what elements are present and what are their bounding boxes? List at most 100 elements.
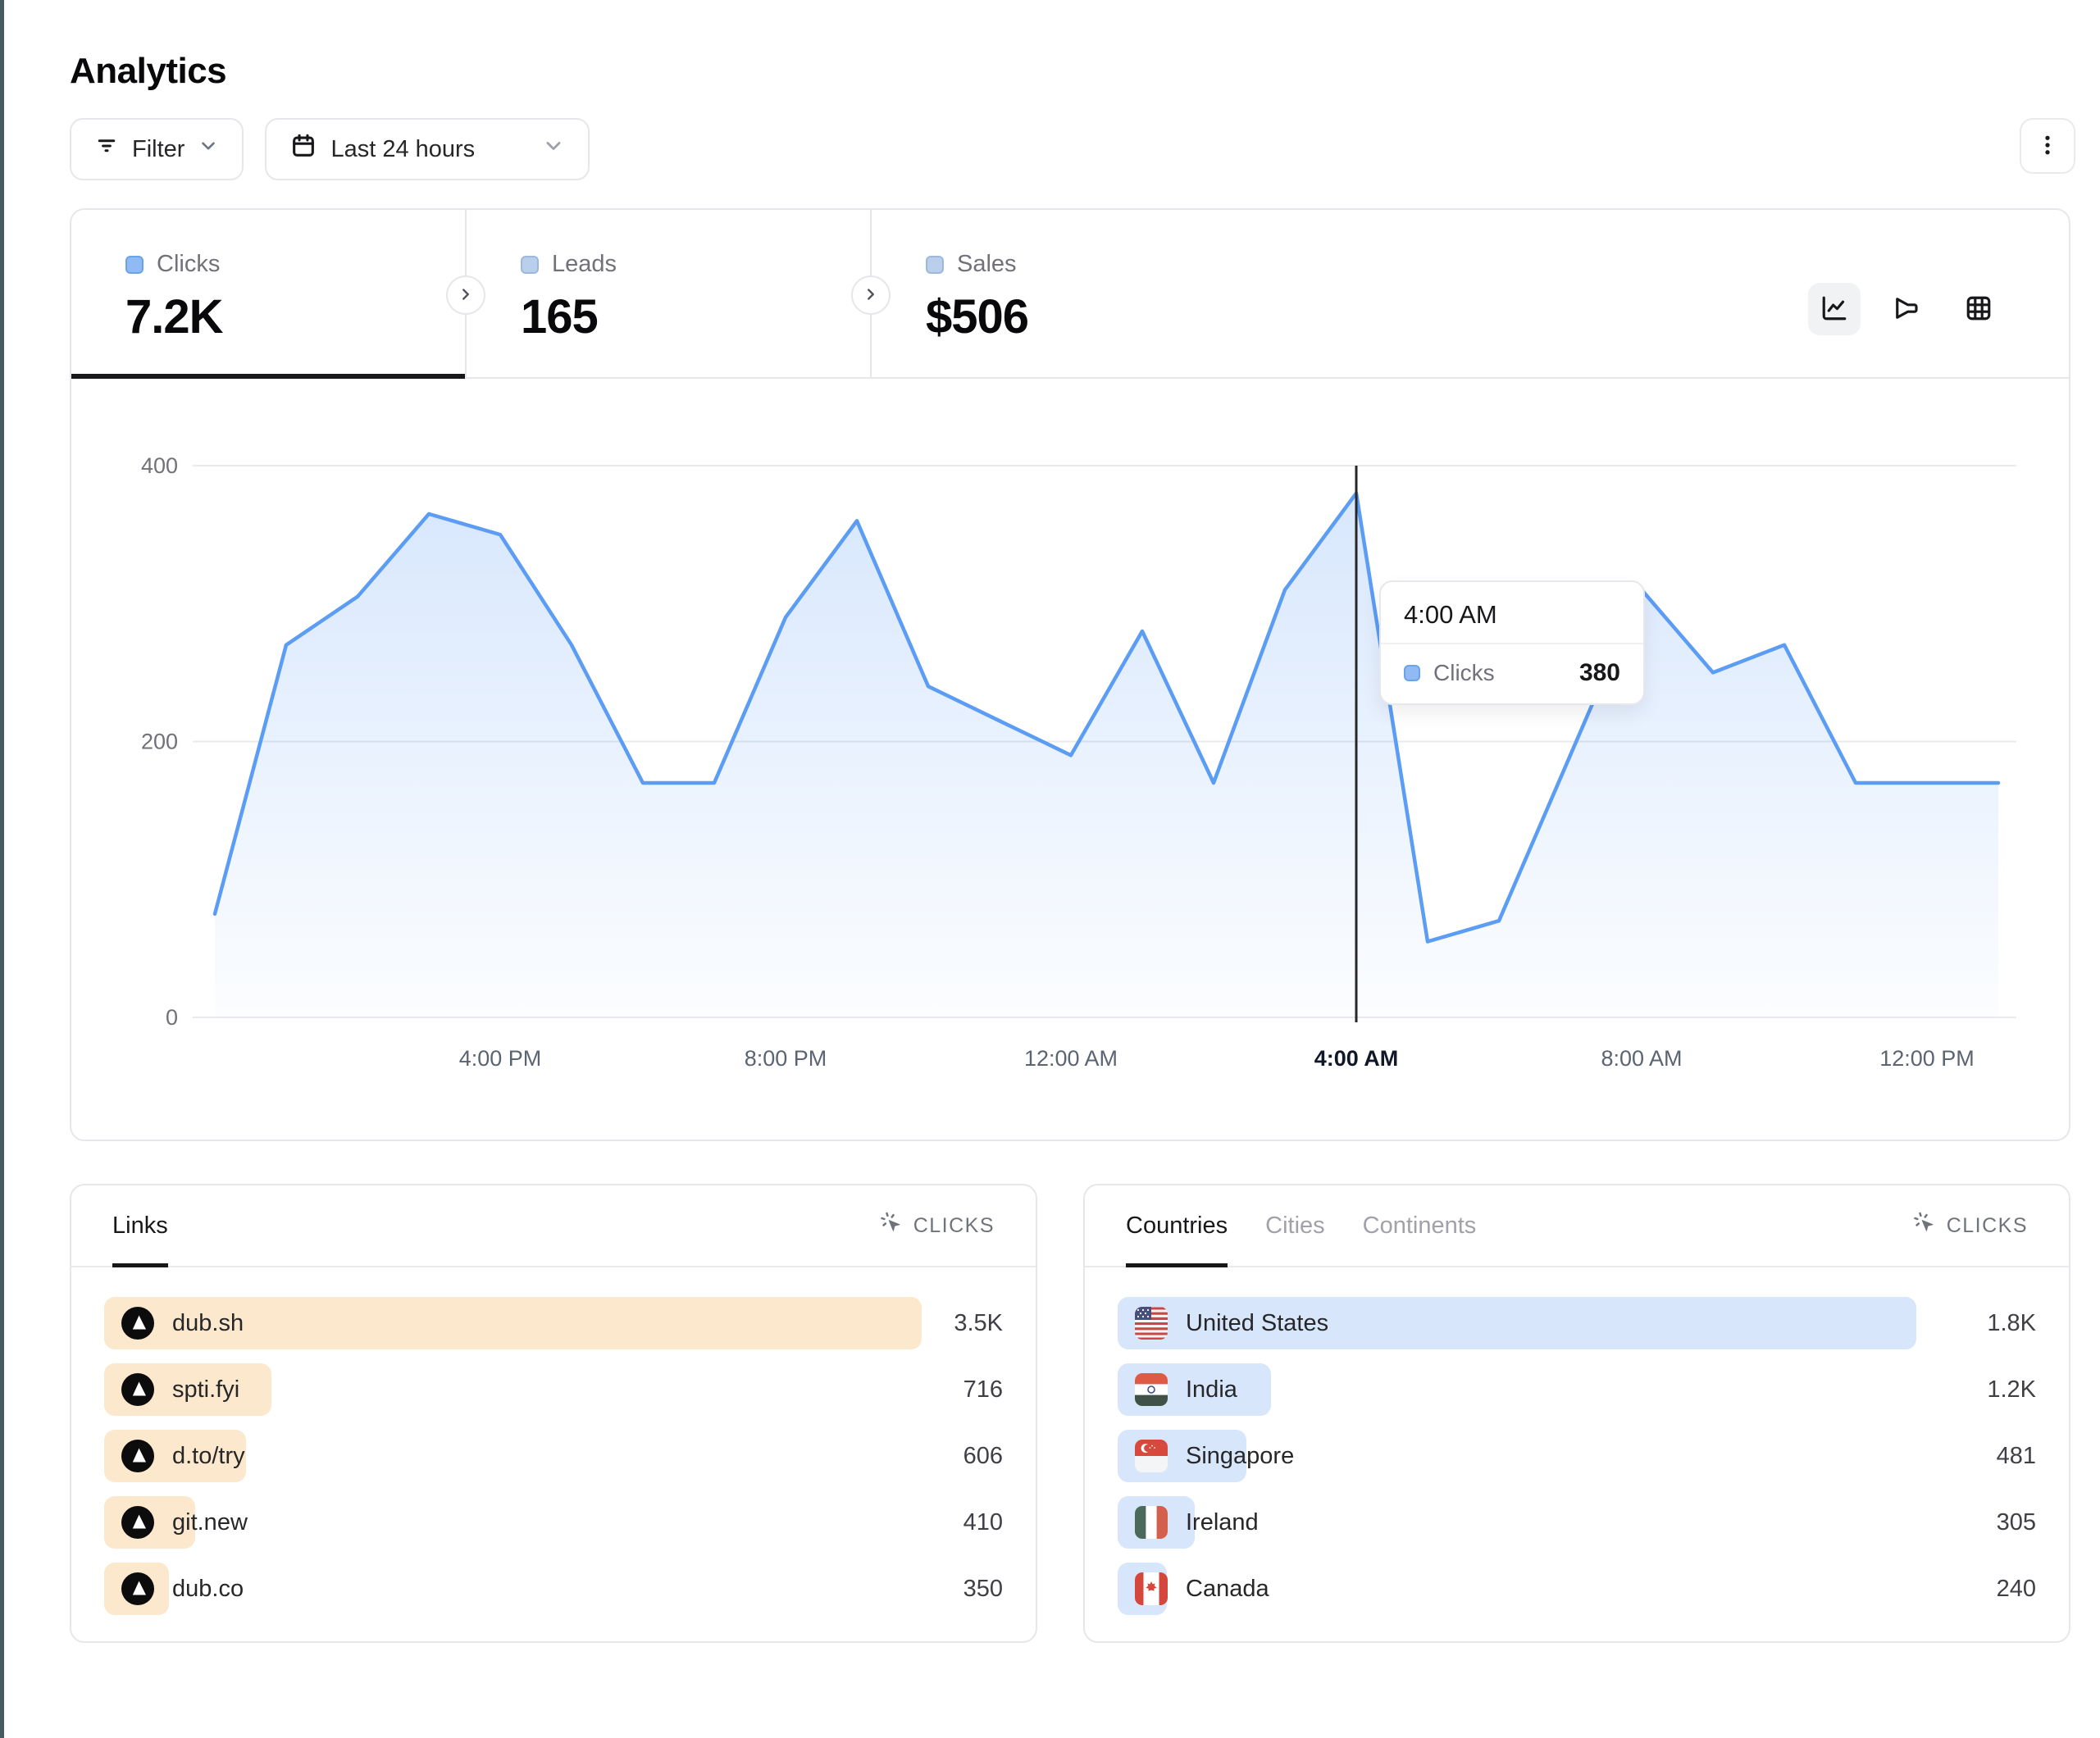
calendar-icon — [289, 132, 317, 166]
ireland-flag — [1135, 1506, 1168, 1539]
svg-text:0: 0 — [166, 1005, 178, 1030]
svg-text:12:00 PM: 12:00 PM — [1879, 1046, 1975, 1071]
funnel-view-button[interactable] — [1880, 283, 1933, 335]
countries-panel: Countries Cities Continents CLICKS Unite… — [1083, 1184, 2070, 1643]
countries-panel-header: Countries Cities Continents CLICKS — [1085, 1185, 2069, 1267]
canada-flag — [1135, 1572, 1168, 1605]
chevron-down-icon — [542, 134, 565, 164]
page-title: Analytics — [70, 51, 2070, 92]
links-metric-selector[interactable]: CLICKS — [879, 1211, 995, 1241]
svg-text:8:00 PM: 8:00 PM — [745, 1046, 827, 1071]
sales-legend-swatch — [926, 256, 944, 274]
table-view-button[interactable] — [1952, 283, 2005, 335]
list-item[interactable]: Canada 240 — [1118, 1563, 2036, 1615]
list-item[interactable]: India 1.2K — [1118, 1363, 2036, 1416]
item-value: 481 — [1997, 1443, 2036, 1470]
analytics-page: Analytics Filter Last 24 hours — [70, 0, 2070, 1643]
dub-logo — [121, 1572, 154, 1605]
item-value: 305 — [1997, 1509, 2036, 1536]
dub-logo — [121, 1307, 154, 1340]
chart-tooltip: 4:00 AM Clicks 380 — [1379, 580, 1645, 705]
stats-row: Clicks 7.2K Leads 165 — [71, 210, 2069, 379]
links-metric-label: CLICKS — [913, 1214, 995, 1238]
list-item[interactable]: spti.fyi 716 — [104, 1363, 1003, 1416]
svg-text:8:00 AM: 8:00 AM — [1601, 1046, 1682, 1071]
tab-leads[interactable]: Leads 165 — [467, 210, 870, 377]
item-label: dub.sh — [172, 1310, 244, 1337]
cursor-click-icon — [879, 1211, 904, 1241]
leads-tab-label: Leads — [552, 251, 617, 278]
svg-text:4:00 PM: 4:00 PM — [459, 1046, 542, 1071]
clicks-value: 7.2K — [125, 289, 465, 344]
list-item[interactable]: Ireland 305 — [1118, 1496, 2036, 1549]
more-menu-button[interactable] — [2020, 118, 2075, 174]
item-value: 716 — [963, 1376, 1003, 1404]
item-label: Ireland — [1186, 1509, 1259, 1536]
clicks-area-chart: 0 200 400 4:00 PM 8:00 PM 12:00 AM 4:00 AM 8:00… — [71, 379, 2069, 1140]
us-flag — [1135, 1307, 1168, 1340]
item-label: India — [1186, 1376, 1237, 1404]
window-edge — [0, 0, 4, 1738]
india-flag — [1135, 1373, 1168, 1406]
links-panel: Links CLICKS dub.sh 3.5K spti.fyi 716 — [70, 1184, 1037, 1643]
item-label: git.new — [172, 1509, 248, 1536]
tab-clicks[interactable]: Clicks 7.2K — [71, 210, 465, 377]
item-label: dub.co — [172, 1576, 244, 1603]
svg-text:12:00 AM: 12:00 AM — [1024, 1046, 1118, 1071]
list-item[interactable]: Singapore 481 — [1118, 1430, 2036, 1482]
countries-rows: United States 1.8K India 1.2K Singapore … — [1085, 1267, 2069, 1645]
item-value: 240 — [1997, 1576, 2036, 1603]
links-rows: dub.sh 3.5K spti.fyi 716 d.to/try 606 gi… — [71, 1267, 1036, 1645]
svg-text:4:00 AM: 4:00 AM — [1314, 1046, 1399, 1071]
sales-value: $506 — [926, 289, 1282, 344]
singapore-flag — [1135, 1440, 1168, 1472]
filter-button-label: Filter — [132, 136, 184, 163]
filter-button[interactable]: Filter — [70, 118, 244, 180]
countries-metric-selector[interactable]: CLICKS — [1912, 1211, 2028, 1241]
item-label: Canada — [1186, 1576, 1269, 1603]
clicks-chart[interactable]: 0 200 400 4:00 PM 8:00 PM 12:00 AM 4:00 AM 8:00… — [71, 379, 2069, 1140]
list-item[interactable]: git.new 410 — [104, 1496, 1003, 1549]
list-item[interactable]: d.to/try 606 — [104, 1430, 1003, 1482]
item-value: 606 — [963, 1443, 1003, 1470]
line-chart-view-button[interactable] — [1808, 283, 1861, 335]
tab-sales[interactable]: Sales $506 — [872, 210, 1282, 377]
tab-countries[interactable]: Countries — [1126, 1185, 1228, 1266]
analytics-card: Clicks 7.2K Leads 165 — [70, 208, 2070, 1141]
item-label: spti.fyi — [172, 1376, 239, 1404]
links-panel-header: Links CLICKS — [71, 1185, 1036, 1267]
clicks-tab-label: Clicks — [157, 251, 220, 278]
chevron-down-icon — [198, 135, 219, 163]
table-grid-icon — [1964, 293, 1993, 325]
item-label: d.to/try — [172, 1443, 245, 1470]
clicks-legend-swatch — [1404, 665, 1420, 681]
tab-continents[interactable]: Continents — [1363, 1185, 1477, 1266]
sales-tab-label: Sales — [957, 251, 1017, 278]
filter-icon — [94, 134, 119, 165]
item-value: 410 — [963, 1509, 1003, 1536]
list-item[interactable]: dub.sh 3.5K — [104, 1297, 1003, 1349]
cursor-click-icon — [1912, 1211, 1937, 1241]
tab-cities[interactable]: Cities — [1265, 1185, 1325, 1266]
date-range-button[interactable]: Last 24 hours — [265, 118, 590, 180]
list-item[interactable]: dub.co 350 — [104, 1563, 1003, 1615]
leads-legend-swatch — [521, 256, 539, 274]
item-value: 1.2K — [1987, 1376, 2036, 1404]
item-label: Singapore — [1186, 1443, 1294, 1470]
svg-text:200: 200 — [141, 730, 178, 754]
tooltip-value: 380 — [1579, 659, 1620, 687]
toolbar: Filter Last 24 hours — [70, 118, 2070, 180]
item-value: 350 — [963, 1576, 1003, 1603]
svg-text:400: 400 — [141, 453, 178, 478]
item-value: 1.8K — [1987, 1310, 2036, 1337]
funnel-chart-icon — [1892, 293, 1921, 325]
kebab-icon — [2035, 133, 2060, 160]
tooltip-series-label: Clicks — [1433, 660, 1495, 686]
countries-metric-label: CLICKS — [1947, 1214, 2028, 1238]
list-item[interactable]: United States 1.8K — [1118, 1297, 2036, 1349]
line-chart-icon — [1820, 293, 1849, 325]
clicks-legend-swatch — [125, 256, 143, 274]
dub-logo — [121, 1506, 154, 1539]
leads-value: 165 — [521, 289, 870, 344]
tab-links[interactable]: Links — [112, 1185, 168, 1266]
